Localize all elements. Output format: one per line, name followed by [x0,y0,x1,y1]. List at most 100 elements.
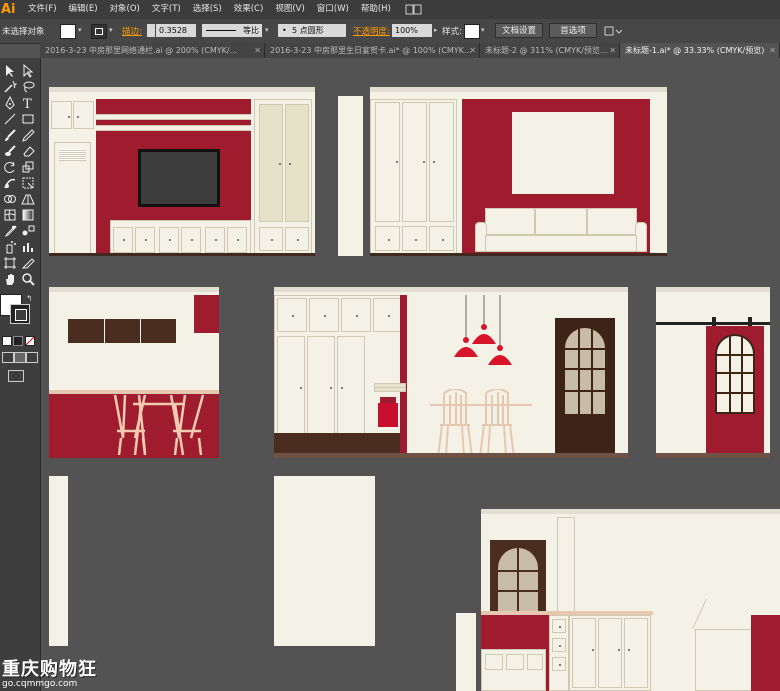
color-mode-icon[interactable] [2,336,12,346]
magic-wand-tool-icon[interactable] [3,80,18,94]
lasso-tool-icon[interactable] [21,80,35,94]
stroke-swatch[interactable] [91,24,107,39]
artboard-small-strip[interactable] [456,613,476,691]
eyedropper-tool-icon[interactable] [3,224,17,238]
artboard-tool-icon[interactable] [3,256,17,270]
line-tool-icon[interactable] [3,112,17,126]
free-transform-tool-icon[interactable] [21,176,35,190]
side-table-with-vase [372,383,406,433]
menu-effect[interactable]: 效果(C) [228,0,270,19]
gradient-tool-icon[interactable] [21,208,35,222]
pencil-tool-icon[interactable] [21,128,35,142]
graphic-style-swatch[interactable] [464,24,480,39]
pillar [557,517,575,617]
control-bar: 未选择对象 ▾ ▾ 描边: 0.3528 等比 ▾ • 5 点圆形 不透明度: … [0,19,780,44]
close-icon[interactable]: ✕ [469,43,476,58]
close-icon[interactable]: ✕ [769,43,776,58]
artboard-blank-panel[interactable] [274,476,375,646]
rectangle-tool-icon[interactable] [21,112,35,126]
artboard-tv-wall[interactable] [49,87,315,256]
screen-mode-icon[interactable] [8,370,24,382]
menu-file[interactable]: 文件(F) [22,0,63,19]
eraser-tool-icon[interactable] [21,144,35,158]
artboard-blank-strip[interactable] [49,476,68,646]
menu-object[interactable]: 对象(O) [104,0,146,19]
red-barn-door [706,326,764,458]
tab-document-3[interactable]: 未标题-2 @ 311% (CMYK/预览... ✕ [480,43,620,58]
watermark: 重庆购物狂 go.cqmmgo.com [2,655,112,691]
document-setup-button[interactable]: 文档设置 [495,23,543,38]
variable-width-profile[interactable]: 等比 [202,24,262,37]
zoom-tool-icon[interactable] [21,272,35,286]
none-mode-icon[interactable] [25,336,35,346]
warp-tool-icon[interactable] [3,176,17,190]
arched-wood-door [555,318,615,458]
menu-select[interactable]: 选择(S) [187,0,228,19]
tab-document-4[interactable]: 未标题-1.ai* @ 33.33% (CMYK/预览) ✕ [620,43,780,58]
style-label: 样式: [442,27,462,37]
shape-builder-tool-icon[interactable] [3,192,17,206]
bar-stools [111,393,219,458]
stroke-weight-field[interactable]: 0.3528 [156,24,196,37]
swap-colors-icon[interactable]: ↰ [26,294,33,303]
menu-help[interactable]: 帮助(H) [355,0,397,19]
blob-brush-tool-icon[interactable] [3,144,17,158]
baseboard [370,253,667,256]
drawer-stack [549,615,569,691]
tv-console-cabinet [110,220,251,255]
blend-tool-icon[interactable] [21,224,35,238]
red-column-top [194,295,219,333]
artboard-narrow-panel[interactable] [338,96,363,256]
chevron-down-icon[interactable]: ▾ [481,26,485,34]
opacity-field[interactable]: 100% [392,24,432,37]
selection-tool-icon[interactable] [3,64,17,78]
artboard-dining-left[interactable] [49,287,219,458]
stroke-stepper[interactable] [147,24,155,37]
draw-inside-icon[interactable] [26,352,38,363]
menu-edit[interactable]: 编辑(E) [63,0,104,19]
column-graph-tool-icon[interactable] [21,240,35,254]
tab-document-2[interactable]: 2016-3-23 中房那里生日宴贺卡.ai* @ 100% (CMYK... ✕ [265,43,480,58]
chevron-down-icon[interactable]: ▾ [78,26,82,34]
brush-definition[interactable]: • 5 点圆形 [278,24,346,37]
preferences-button[interactable]: 首选项 [549,23,597,38]
hand-tool-icon[interactable] [3,272,17,286]
type-tool-icon[interactable]: T [21,96,35,112]
menu-window[interactable]: 窗口(W) [311,0,355,19]
arrange-documents-icon[interactable] [604,25,624,37]
red-column [400,295,407,458]
menu-type[interactable]: 文字(T) [146,0,187,19]
symbol-sprayer-tool-icon[interactable] [3,240,17,254]
opacity-label[interactable]: 不透明度: [353,25,390,37]
direct-selection-tool-icon[interactable] [21,63,35,78]
pen-tool-icon[interactable] [3,95,17,110]
fill-swatch[interactable] [60,24,76,39]
menu-view[interactable]: 视图(V) [269,0,310,19]
close-icon[interactable]: ✕ [254,43,261,58]
perspective-tool-icon[interactable] [21,192,35,206]
gradient-mode-icon[interactable] [13,336,23,346]
scale-tool-icon[interactable] [21,160,35,174]
stroke-color-box[interactable] [10,304,30,324]
draw-normal-icon[interactable] [2,352,14,363]
tools-panel: T ↰ [0,58,41,691]
artboard-sofa-wall[interactable] [370,87,667,256]
selection-status: 未选择对象 [2,27,45,37]
close-icon[interactable]: ✕ [609,43,616,58]
slice-tool-icon[interactable] [21,256,35,270]
stroke-label[interactable]: 描边: [122,25,142,37]
chevron-down-icon[interactable]: ▾ [109,26,113,34]
draw-behind-icon[interactable] [14,352,26,363]
artboard-kitchen-wall[interactable] [481,509,780,691]
mesh-tool-icon[interactable] [3,208,17,222]
paintbrush-tool-icon[interactable] [3,128,17,142]
workspace-layout-icon[interactable] [405,4,423,15]
artboard-dining-center[interactable] [274,287,628,458]
rotate-tool-icon[interactable] [3,160,17,174]
chevron-down-icon[interactable]: ▸ [434,26,438,34]
chevron-down-icon[interactable]: ▾ [265,26,269,34]
artboard-barn-door[interactable] [656,287,770,458]
lower-drawers [481,649,546,691]
tab-document-1[interactable]: 2016-3-23 中房那里网络通栏.ai @ 200% (CMYK/... ✕ [40,43,265,58]
armchair [692,599,757,691]
